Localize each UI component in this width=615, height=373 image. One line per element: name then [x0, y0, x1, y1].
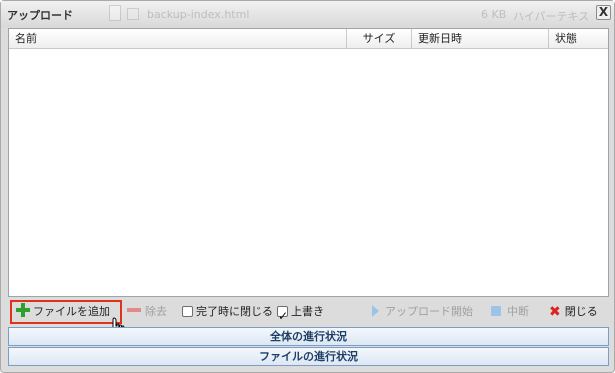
stop-button[interactable]: 中断 — [491, 299, 529, 325]
checkbox-checked-icon[interactable] — [277, 303, 288, 329]
add-file-button[interactable]: ファイルを追加 — [10, 300, 122, 324]
close-on-complete-checkbox[interactable]: 完了時に閉じる — [182, 299, 273, 325]
start-upload-button[interactable]: アップロード開始 — [372, 299, 473, 325]
minus-icon — [127, 308, 141, 312]
overwrite-label: 上書き — [291, 305, 324, 318]
close-button-label: 閉じる — [564, 305, 598, 318]
close-icon[interactable]: X — [596, 5, 611, 20]
column-header-name[interactable]: 名前 — [9, 29, 347, 49]
background-file-row: backup-index.html 6 KB ハイパーテキス — [109, 5, 589, 23]
dialog-title: アップロード — [7, 9, 73, 22]
total-progress-bar: 全体の進行状況 — [8, 327, 609, 346]
close-on-complete-label: 完了時に閉じる — [196, 305, 273, 318]
html-file-icon — [127, 8, 139, 20]
close-red-icon: ✖ — [549, 304, 561, 320]
checkbox-icon[interactable] — [182, 306, 193, 317]
column-header-status[interactable]: 状態 — [549, 29, 608, 49]
overwrite-checkbox[interactable]: 上書き — [277, 299, 324, 329]
total-progress-label: 全体の進行状況 — [270, 330, 347, 343]
background-file-type: ハイパーテキス — [513, 10, 590, 23]
grid-header: 名前 サイズ 更新日時 状態 — [9, 29, 608, 49]
start-upload-label: アップロード開始 — [385, 305, 473, 318]
remove-label: 除去 — [145, 305, 167, 318]
stop-icon — [491, 306, 501, 316]
file-progress-label: ファイルの進行状況 — [259, 350, 358, 363]
plus-icon — [16, 303, 30, 317]
close-button[interactable]: ✖ 閉じる — [549, 299, 598, 325]
column-header-size[interactable]: サイズ — [347, 29, 412, 49]
upload-toolbar: ファイルを追加 除去 完了時に閉じる 上書き アップロード開始 中断 ✖閉じる — [1, 299, 614, 329]
add-file-label: ファイルを追加 — [33, 305, 110, 318]
play-icon — [372, 305, 379, 317]
remove-button[interactable]: 除去 — [127, 299, 167, 325]
stop-label: 中断 — [507, 305, 529, 318]
background-file-name: backup-index.html — [147, 8, 250, 21]
background-file-size: 6 KB — [481, 8, 507, 21]
file-list-grid[interactable]: 名前 サイズ 更新日時 状態 — [8, 28, 609, 297]
upload-dialog: アップロード backup-index.html 6 KB ハイパーテキス X … — [0, 0, 615, 373]
file-progress-bar: ファイルの進行状況 — [8, 347, 609, 366]
title-bar: アップロード backup-index.html 6 KB ハイパーテキス X — [1, 1, 614, 27]
file-icon — [109, 5, 121, 21]
column-header-date[interactable]: 更新日時 — [412, 29, 549, 49]
